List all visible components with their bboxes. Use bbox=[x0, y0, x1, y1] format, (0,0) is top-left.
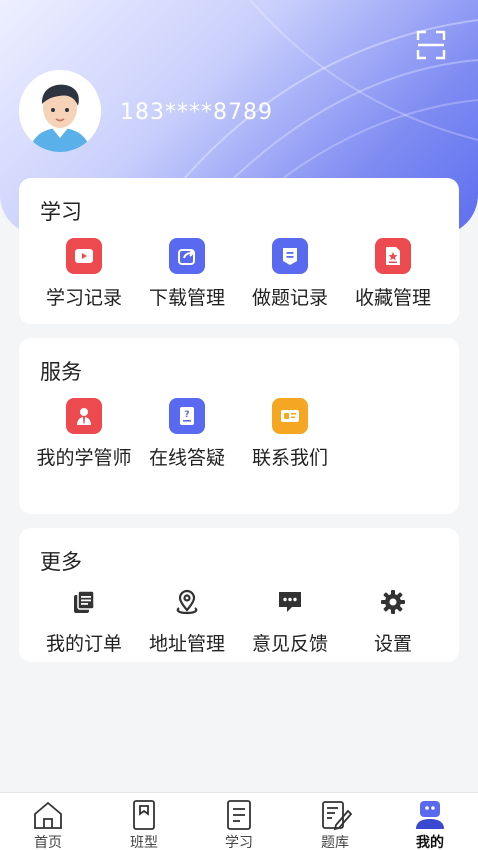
tab-mine[interactable]: 我的 bbox=[382, 793, 478, 850]
book-icon bbox=[127, 798, 161, 832]
online-qa-button[interactable]: ? 在线答疑 bbox=[132, 398, 242, 472]
doc-list-icon bbox=[272, 238, 308, 274]
home-icon bbox=[31, 798, 65, 832]
feedback-button[interactable]: 意见反馈 bbox=[235, 584, 345, 658]
tab-mine-label: 我的 bbox=[416, 835, 444, 850]
star-doc-icon bbox=[375, 238, 411, 274]
service-section-title: 服务 bbox=[40, 360, 82, 384]
download-manage-label: 下载管理 bbox=[148, 287, 225, 309]
location-icon bbox=[169, 584, 205, 620]
contact-us-label: 联系我们 bbox=[251, 447, 328, 469]
service-card: 服务 我的学管师 ? 在线答疑 联系我们 bbox=[19, 338, 459, 514]
address-manage-button[interactable]: 地址管理 bbox=[132, 584, 242, 658]
contact-us-button[interactable]: 联系我们 bbox=[235, 398, 345, 472]
more-section-title: 更多 bbox=[40, 550, 82, 574]
tab-study-label: 学习 bbox=[225, 835, 253, 850]
teacher-icon bbox=[66, 398, 102, 434]
study-record-label: 学习记录 bbox=[45, 287, 122, 309]
tab-class-type[interactable]: 班型 bbox=[96, 793, 192, 850]
study-card: 学习 学习记录 下载管理 做题记录 收藏管理 bbox=[19, 178, 459, 324]
tab-question-bank[interactable]: 题库 bbox=[287, 793, 383, 850]
my-advisor-button[interactable]: 我的学管师 bbox=[29, 398, 139, 472]
online-qa-label: 在线答疑 bbox=[148, 447, 225, 469]
my-orders-label: 我的订单 bbox=[45, 633, 122, 655]
contact-icon bbox=[272, 398, 308, 434]
bottom-tab-bar: 首页 班型 学习 题库 我的 bbox=[0, 792, 478, 850]
play-icon bbox=[66, 238, 102, 274]
tab-class-type-label: 班型 bbox=[130, 835, 158, 850]
settings-label: 设置 bbox=[373, 633, 412, 655]
order-icon bbox=[66, 584, 102, 620]
feedback-icon bbox=[272, 584, 308, 620]
more-card: 更多 我的订单 地址管理 意见反馈 设置 bbox=[19, 528, 459, 662]
favorite-manage-button[interactable]: 收藏管理 bbox=[338, 238, 448, 312]
study-icon bbox=[222, 798, 256, 832]
scan-icon[interactable] bbox=[414, 28, 448, 62]
favorite-manage-label: 收藏管理 bbox=[354, 287, 431, 309]
user-phone: 183****8789 bbox=[120, 100, 273, 125]
share-icon bbox=[169, 238, 205, 274]
settings-button[interactable]: 设置 bbox=[338, 584, 448, 658]
profile-icon bbox=[413, 798, 447, 832]
svg-text:?: ? bbox=[184, 410, 189, 420]
tab-home[interactable]: 首页 bbox=[0, 793, 96, 850]
tab-home-label: 首页 bbox=[34, 835, 62, 850]
my-orders-button[interactable]: 我的订单 bbox=[29, 584, 139, 658]
feedback-label: 意见反馈 bbox=[251, 633, 328, 655]
tab-study[interactable]: 学习 bbox=[191, 793, 287, 850]
exercise-record-label: 做题记录 bbox=[251, 287, 328, 309]
exercise-record-button[interactable]: 做题记录 bbox=[235, 238, 345, 312]
address-manage-label: 地址管理 bbox=[148, 633, 225, 655]
question-icon: ? bbox=[169, 398, 205, 434]
avatar[interactable] bbox=[19, 70, 101, 152]
study-section-title: 学习 bbox=[40, 200, 82, 224]
my-advisor-label: 我的学管师 bbox=[36, 447, 132, 469]
gear-icon bbox=[375, 584, 411, 620]
study-record-button[interactable]: 学习记录 bbox=[29, 238, 139, 312]
tab-question-bank-label: 题库 bbox=[321, 835, 349, 850]
edit-icon bbox=[318, 798, 353, 832]
download-manage-button[interactable]: 下载管理 bbox=[132, 238, 242, 312]
